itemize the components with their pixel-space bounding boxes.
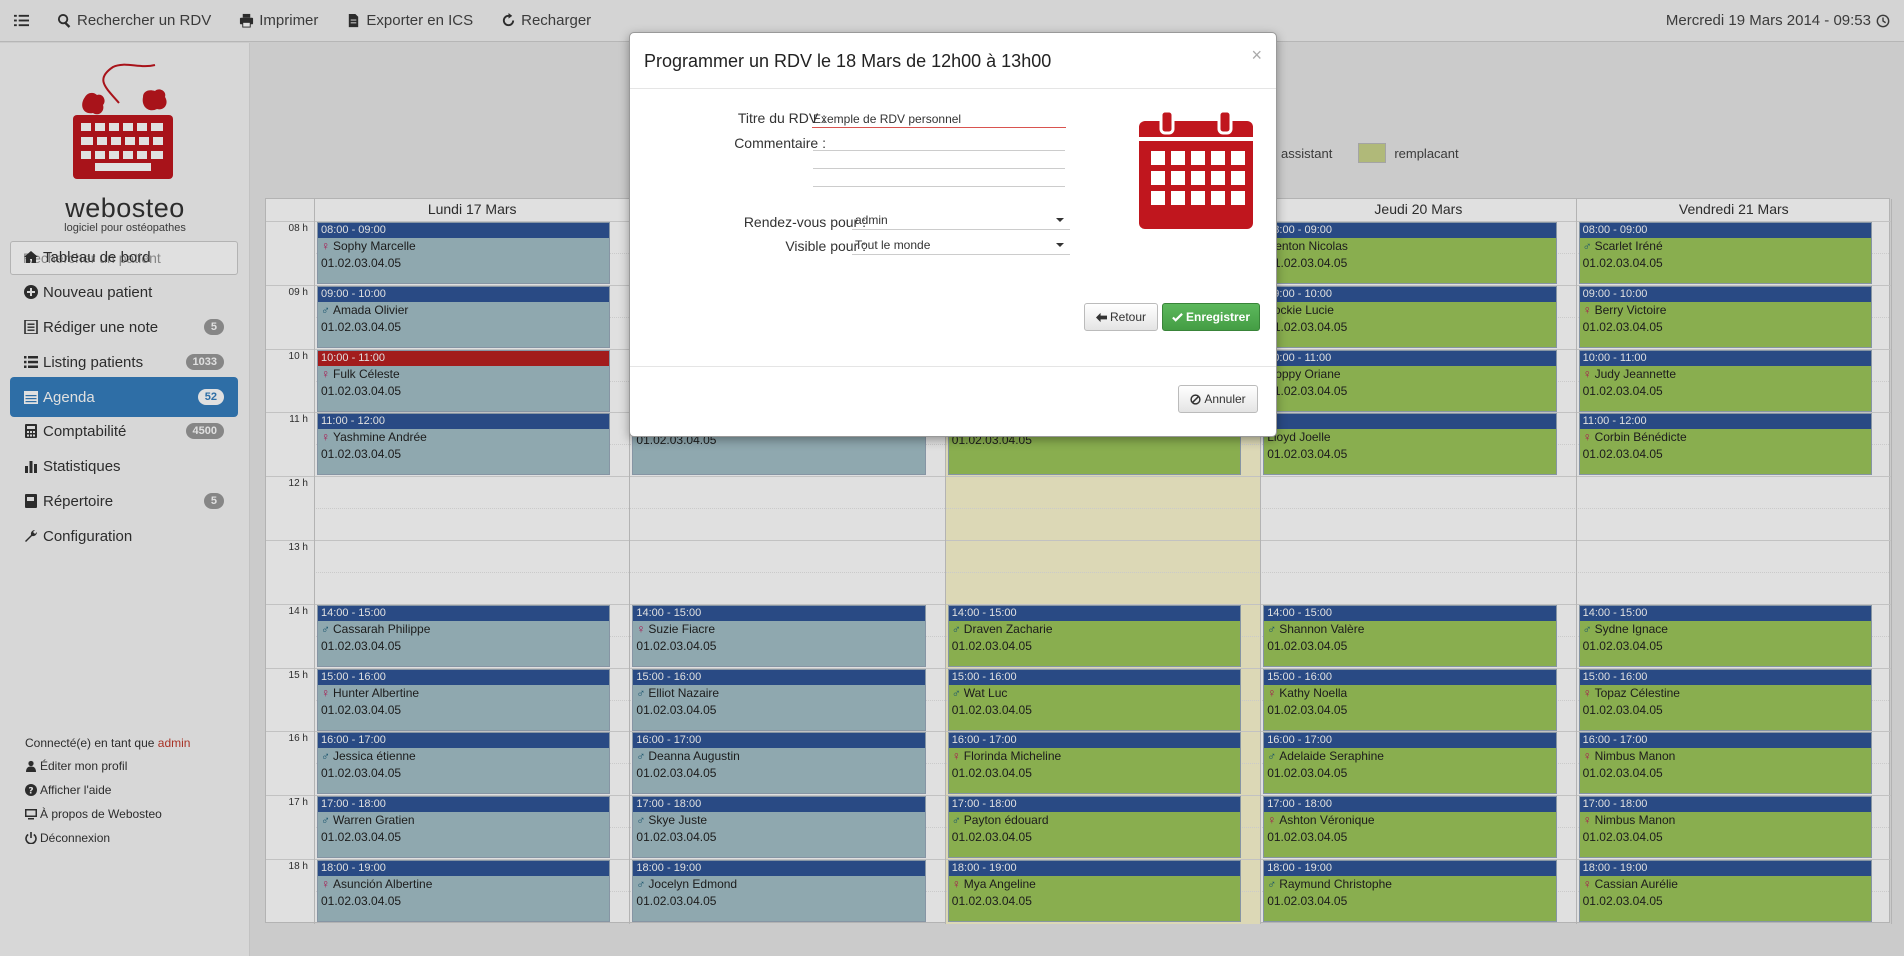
cancel-button[interactable]: Annuler [1178,385,1258,413]
rdv-title-input[interactable] [812,110,1066,128]
modal-close-button[interactable]: × [1251,45,1262,66]
rdv-for-label: Rendez-vous pour : [743,214,866,230]
visible-for-select[interactable]: Tout le monde [852,235,1070,255]
rdv-for-value: admin [855,212,888,227]
save-label: Enregistrer [1185,310,1251,324]
schedule-rdv-modal: Programmer un RDV le 18 Mars de 12h00 à … [629,32,1277,437]
rdv-for-select[interactable]: admin [852,210,1070,230]
save-button[interactable]: Enregistrer [1162,303,1260,331]
arrow-left-icon [1095,312,1107,322]
chevron-down-icon [1056,217,1064,222]
ban-icon [1190,393,1201,405]
visible-for-label: Visible pour : [785,238,866,254]
back-button[interactable]: Retour [1084,303,1158,331]
modal-footer-divider [630,366,1276,367]
comment-textarea[interactable] [812,133,1066,187]
chevron-down-icon [1056,242,1064,247]
rdv-title-label: Titre du RDV : [737,110,826,126]
calendar-icon [1139,109,1253,229]
comment-label: Commentaire : [734,135,826,151]
modal-title: Programmer un RDV le 18 Mars de 12h00 à … [644,51,1052,71]
cancel-label: Annuler [1204,392,1246,406]
visible-for-value: Tout le monde [855,237,931,252]
back-label: Retour [1109,310,1147,324]
modal-header: Programmer un RDV le 18 Mars de 12h00 à … [630,33,1276,89]
check-icon [1172,312,1183,322]
